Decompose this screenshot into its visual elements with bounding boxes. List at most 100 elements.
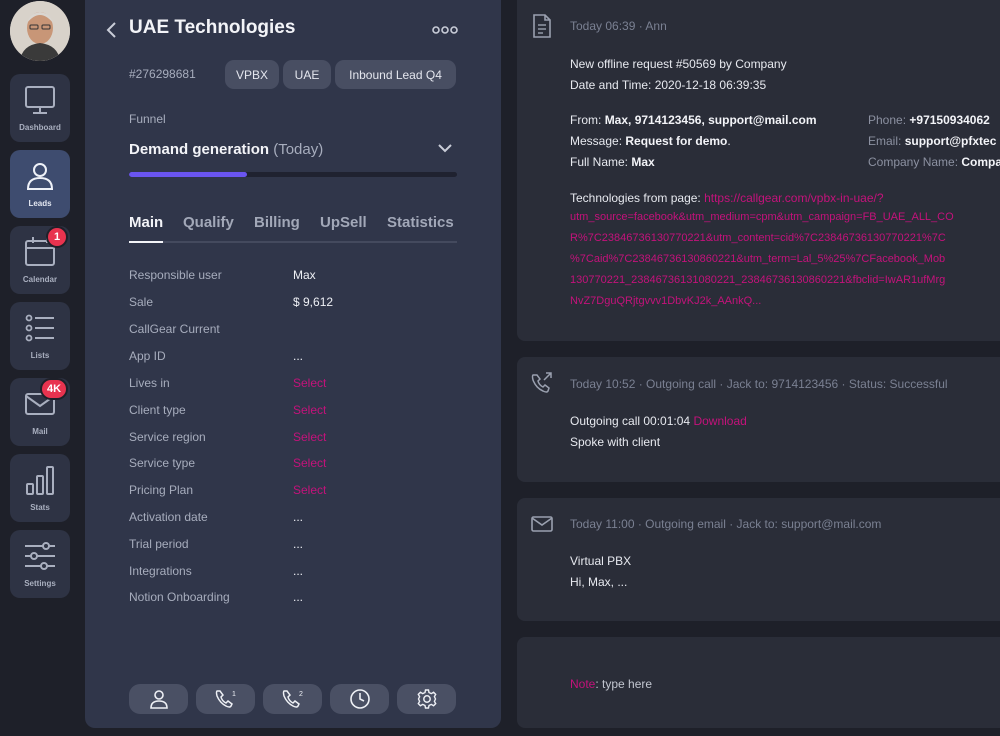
user-icon bbox=[149, 690, 168, 709]
note-label: Note bbox=[570, 677, 596, 691]
tab-qualify[interactable]: Qualify bbox=[183, 214, 234, 231]
field-value[interactable]: ... bbox=[293, 510, 303, 524]
url-line[interactable]: utm_source=facebook&utm_medium=cpm&utm_c… bbox=[570, 207, 954, 228]
field-label: Responsible user bbox=[129, 268, 222, 282]
fullname-value: Max bbox=[631, 155, 655, 169]
sliders-icon bbox=[25, 542, 55, 570]
list-icon bbox=[25, 314, 54, 342]
funnel-when: (Today) bbox=[273, 141, 324, 158]
funnel-progress-fill bbox=[129, 172, 248, 177]
phone-1-icon: 1 bbox=[215, 690, 236, 708]
field-value[interactable]: ... bbox=[293, 564, 303, 578]
funnel-select[interactable]: Demand generation (Today) bbox=[129, 141, 323, 158]
field-value[interactable]: ... bbox=[293, 349, 303, 363]
mail-badge: 4K bbox=[40, 378, 69, 400]
nav-label: Lists bbox=[30, 351, 50, 360]
bar-chart-icon bbox=[26, 466, 54, 495]
tag-inbound-lead[interactable]: Inbound Lead Q4 bbox=[335, 60, 456, 89]
phone-1-sup: 1 bbox=[232, 691, 236, 698]
clock-icon bbox=[349, 689, 370, 709]
lead-panel bbox=[85, 0, 501, 728]
message-label: Message: bbox=[570, 134, 623, 148]
outgoing-call-icon bbox=[531, 372, 552, 393]
url-line[interactable]: NvZ7DguQRjtgvvv1DbvKJ2k_AAnkQ... bbox=[570, 291, 761, 312]
nav-label: Dashboard bbox=[19, 123, 61, 132]
tab-statistics[interactable]: Statistics bbox=[387, 214, 454, 231]
request-tech: Technologies from page: https://callgear… bbox=[570, 191, 884, 205]
message-value: Request for demo bbox=[625, 134, 728, 148]
field-value[interactable]: ... bbox=[293, 590, 303, 604]
request-line: New offline request #50569 by Company bbox=[570, 57, 787, 71]
lead-id: #276298681 bbox=[129, 67, 196, 81]
from-value: Max, 9714123456, support@mail.com bbox=[604, 113, 817, 127]
mail-icon bbox=[531, 516, 553, 532]
tab-billing[interactable]: Billing bbox=[254, 214, 300, 231]
call-header: Today 10:52 · Outgoing call · Jack to: 9… bbox=[570, 377, 948, 391]
call-line-1-button[interactable]: 1 bbox=[196, 684, 255, 714]
email-value: support@pfxtec bbox=[904, 134, 997, 148]
call-line: Outgoing call 00:01:04 Download bbox=[570, 414, 747, 428]
feed-card-call: Today 10:52 · Outgoing call · Jack to: 9… bbox=[517, 357, 1000, 482]
url-line[interactable]: 130770221_23846736131080221_238467361308… bbox=[570, 270, 945, 291]
call-note: Spoke with client bbox=[570, 435, 661, 449]
nav-settings[interactable]: Settings bbox=[10, 530, 70, 598]
nav-lists[interactable]: Lists bbox=[10, 302, 70, 370]
call-line-2-button[interactable]: 2 bbox=[263, 684, 322, 714]
url-line[interactable]: R%7C23846736130770221&utm_content=cid%7C… bbox=[570, 228, 946, 249]
request-from: From: Max, 9714123456, support@mail.com bbox=[570, 113, 817, 127]
company-value: Compa bbox=[961, 155, 1000, 169]
tag-uae[interactable]: UAE bbox=[283, 60, 331, 89]
select-link[interactable]: Select bbox=[293, 403, 326, 417]
field-value[interactable]: $ 9,612 bbox=[293, 295, 333, 309]
nav-label: Settings bbox=[24, 579, 56, 588]
select-link[interactable]: Select bbox=[293, 456, 326, 470]
field-label: Service type bbox=[129, 456, 196, 470]
funnel-stage: Demand generation bbox=[129, 141, 270, 158]
message-end: . bbox=[727, 134, 731, 148]
feed-card-request: Today 06:39 · Ann New offline request #5… bbox=[517, 0, 1000, 341]
select-link[interactable]: Select bbox=[293, 483, 326, 497]
gear-icon bbox=[416, 689, 437, 709]
field-value[interactable]: Max bbox=[293, 268, 316, 282]
field-value[interactable]: ... bbox=[293, 537, 303, 551]
request-phone: Phone: +97150934062 bbox=[868, 113, 990, 127]
funnel-label: Funnel bbox=[129, 112, 166, 126]
page-title: UAE Technologies bbox=[129, 17, 296, 38]
url-line[interactable]: https://callgear.com/vpbx-in-uae/? bbox=[704, 191, 883, 205]
lead-settings-button[interactable] bbox=[397, 684, 456, 714]
url-line[interactable]: %7Caid%7C23846736130860221&utm_term=Lal_… bbox=[570, 249, 945, 270]
email-subject: Virtual PBX bbox=[570, 554, 632, 568]
avatar[interactable] bbox=[10, 1, 70, 61]
back-arrow-icon[interactable] bbox=[104, 20, 120, 40]
download-link[interactable]: Download bbox=[693, 414, 746, 428]
field-label: Sale bbox=[129, 295, 154, 309]
contact-button[interactable] bbox=[129, 684, 188, 714]
more-options-icon[interactable] bbox=[432, 25, 458, 35]
field-label: Service region bbox=[129, 430, 206, 444]
nav-label: Leads bbox=[28, 199, 52, 208]
note-input[interactable]: Note: type here bbox=[570, 677, 652, 691]
field-label: Notion Onboarding bbox=[129, 590, 230, 604]
tabs-divider bbox=[129, 241, 457, 243]
phone-value: +97150934062 bbox=[909, 113, 990, 127]
select-link[interactable]: Select bbox=[293, 430, 326, 444]
request-datetime: Date and Time: 2020-12-18 06:39:35 bbox=[570, 78, 767, 92]
document-icon bbox=[533, 14, 551, 38]
funnel-progress-bar bbox=[129, 172, 457, 177]
nav-stats[interactable]: Stats bbox=[10, 454, 70, 522]
tab-upsell[interactable]: UpSell bbox=[320, 214, 367, 231]
field-label: Lives in bbox=[129, 376, 170, 390]
tab-main[interactable]: Main bbox=[129, 214, 164, 243]
chevron-down-icon[interactable] bbox=[437, 142, 453, 154]
note-placeholder: : type here bbox=[595, 677, 653, 691]
schedule-button[interactable] bbox=[330, 684, 389, 714]
nav-dashboard[interactable]: Dashboard bbox=[10, 74, 70, 142]
note-card[interactable]: Note: type here bbox=[517, 637, 1000, 728]
phone-2-sup: 2 bbox=[299, 691, 303, 698]
tag-vpbx[interactable]: VPBX bbox=[225, 60, 279, 89]
left-nav: Dashboard Leads Calendar 1 Lists Mail 4K… bbox=[0, 0, 80, 736]
nav-leads[interactable]: Leads bbox=[10, 150, 70, 218]
select-link[interactable]: Select bbox=[293, 376, 326, 390]
call-duration: Outgoing call 00:01:04 bbox=[570, 414, 691, 428]
calendar-badge: 1 bbox=[46, 226, 68, 248]
